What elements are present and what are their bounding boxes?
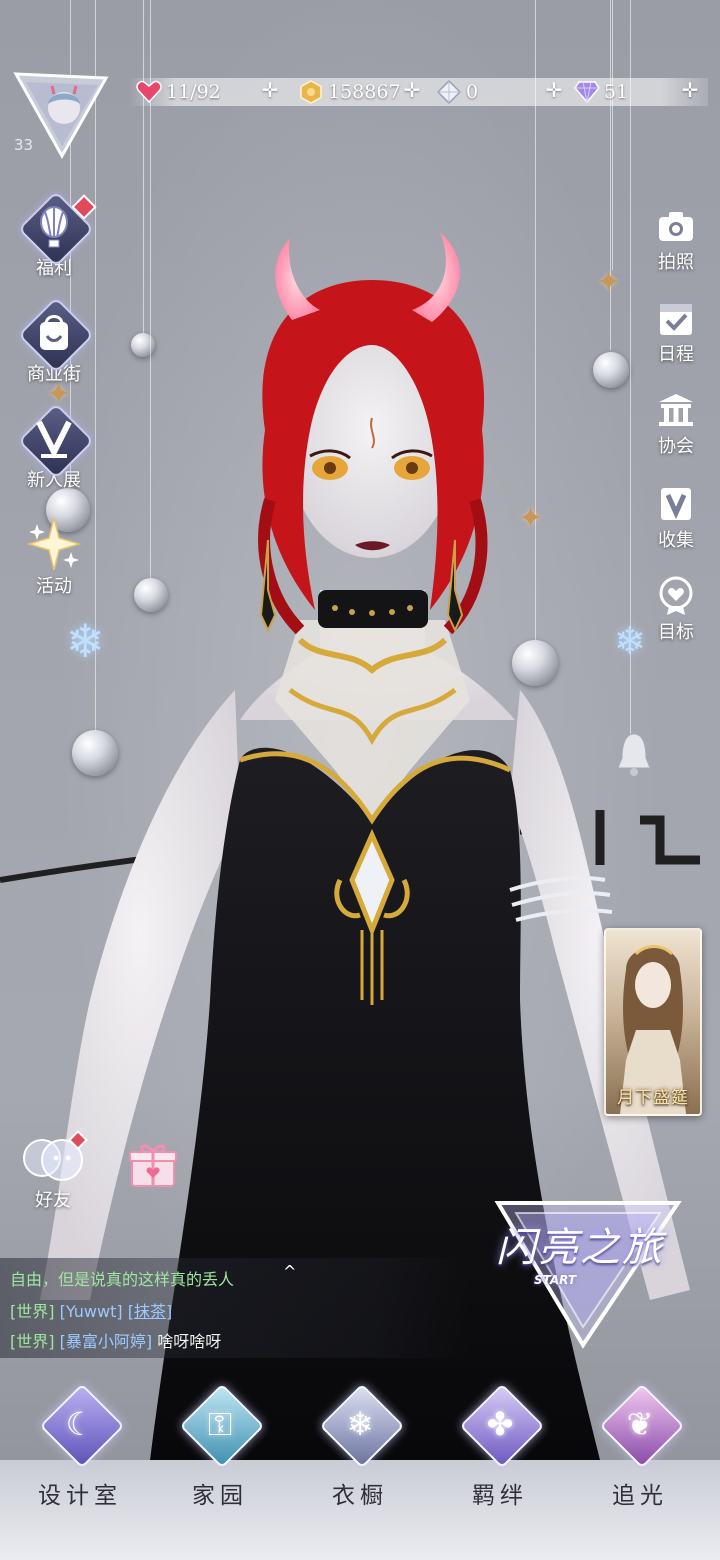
star-burst-icon <box>23 514 85 576</box>
add-diamond-button[interactable]: ✛ <box>680 80 700 100</box>
guild-building-icon <box>656 390 696 430</box>
nav-chase-light[interactable]: ❦ 追光 <box>580 1383 700 1510</box>
gift-box-icon[interactable] <box>128 1140 178 1190</box>
menu-guild[interactable]: 协会 <box>648 390 704 458</box>
nav-wardrobe[interactable]: ❄ 衣橱 <box>300 1383 420 1510</box>
chat-user[interactable]: [暴富小阿婷] <box>60 1332 153 1351</box>
key-gem-icon: ⚿ <box>179 1383 265 1469</box>
nav-bonds[interactable]: ✤ 羁绊 <box>440 1383 560 1510</box>
player-level: 33 <box>14 136 34 154</box>
chat-text: 啥呀啥呀 <box>157 1332 222 1351</box>
chat-user[interactable]: [Yuwwt] <box>60 1302 123 1321</box>
gold-value: 158867 <box>328 81 401 103</box>
chat-message-3: [世界] [暴富小阿婷] 啥呀啥呀 <box>10 1328 221 1352</box>
nav-home[interactable]: ⚿ 家园 <box>160 1383 280 1510</box>
stamina-resource: 11/92 <box>136 78 221 106</box>
white-diamond-icon <box>436 79 462 105</box>
gold-resource: 158867 <box>298 78 401 106</box>
chat-message-1: 自由，但是说真的这样真的丢人 <box>10 1270 235 1289</box>
menu-collection[interactable]: 收集 <box>648 484 704 552</box>
v-book-icon <box>656 484 696 524</box>
stamina-value: 11/92 <box>166 81 221 103</box>
menu-shopping-street[interactable]: 商业街 <box>12 296 96 386</box>
butterfly-gem-icon: ❦ <box>599 1383 685 1469</box>
menu-schedule-label: 日程 <box>658 344 694 365</box>
nav-wardrobe-label: 衣橱 <box>332 1483 388 1509</box>
journey-title: 闪亮之旅 <box>496 1225 664 1271</box>
chat-text: [抹茶] <box>127 1302 173 1321</box>
journey-subtitle: START <box>534 1273 577 1287</box>
heart-medal-icon <box>656 576 696 616</box>
friends-button[interactable]: 好友 <box>18 1128 88 1212</box>
diamond-value: 51 <box>604 81 629 103</box>
menu-events[interactable]: 活动 <box>12 514 96 598</box>
menu-photo[interactable]: 拍照 <box>648 206 704 274</box>
menu-newcomer-show[interactable]: 新人展 <box>12 402 96 492</box>
friends-icon <box>18 1128 88 1186</box>
add-gold-button[interactable]: ✛ <box>402 80 422 100</box>
chat-channel: [世界] <box>10 1302 55 1321</box>
menu-guild-label: 协会 <box>658 436 694 457</box>
nav-design-studio[interactable]: ☾ 设计室 <box>20 1383 140 1510</box>
menu-goals[interactable]: 目标 <box>648 576 704 644</box>
nav-bonds-label: 羁绊 <box>472 1483 528 1509</box>
menu-photo-label: 拍照 <box>658 252 694 273</box>
menu-welfare[interactable]: 福利 <box>12 190 97 280</box>
calendar-check-icon <box>656 298 696 338</box>
shining-journey-button[interactable]: 闪亮之旅 START <box>488 1195 688 1355</box>
crystal-resource: 0 <box>436 78 478 106</box>
event-banner-card[interactable]: 月下盛筵 <box>604 928 702 1116</box>
heart-gem-icon <box>136 79 162 105</box>
chat-message-2: [世界] [Yuwwt] [抹茶] <box>10 1298 172 1322</box>
menu-collection-label: 收集 <box>658 530 694 551</box>
v-crown-icon <box>17 402 95 480</box>
moon-gem-icon: ☾ <box>39 1383 125 1469</box>
diamond-resource: 51 <box>574 78 628 106</box>
friends-label: 好友 <box>35 1190 71 1211</box>
crystal-value: 0 <box>466 81 479 103</box>
nav-chase-light-label: 追光 <box>612 1483 668 1509</box>
chat-channel: [世界] <box>10 1332 55 1351</box>
menu-schedule[interactable]: 日程 <box>648 298 704 366</box>
menu-goals-label: 目标 <box>658 622 694 643</box>
add-crystal-button[interactable]: ✛ <box>544 80 564 100</box>
shopping-bag-icon <box>17 296 95 374</box>
add-stamina-button[interactable]: ✛ <box>260 80 280 100</box>
clover-gem-icon: ✤ <box>459 1383 545 1469</box>
chat-expand-icon[interactable]: ^ <box>283 1262 296 1281</box>
nav-design-studio-label: 设计室 <box>38 1483 122 1509</box>
event-title: 月下盛筵 <box>617 1088 689 1108</box>
nav-home-label: 家园 <box>192 1483 248 1509</box>
hot-air-balloon-icon <box>17 190 97 268</box>
camera-icon <box>656 206 696 246</box>
purple-diamond-icon <box>574 79 600 105</box>
gold-coin-icon <box>298 79 324 105</box>
snowflake-gem-icon: ❄ <box>319 1383 405 1469</box>
